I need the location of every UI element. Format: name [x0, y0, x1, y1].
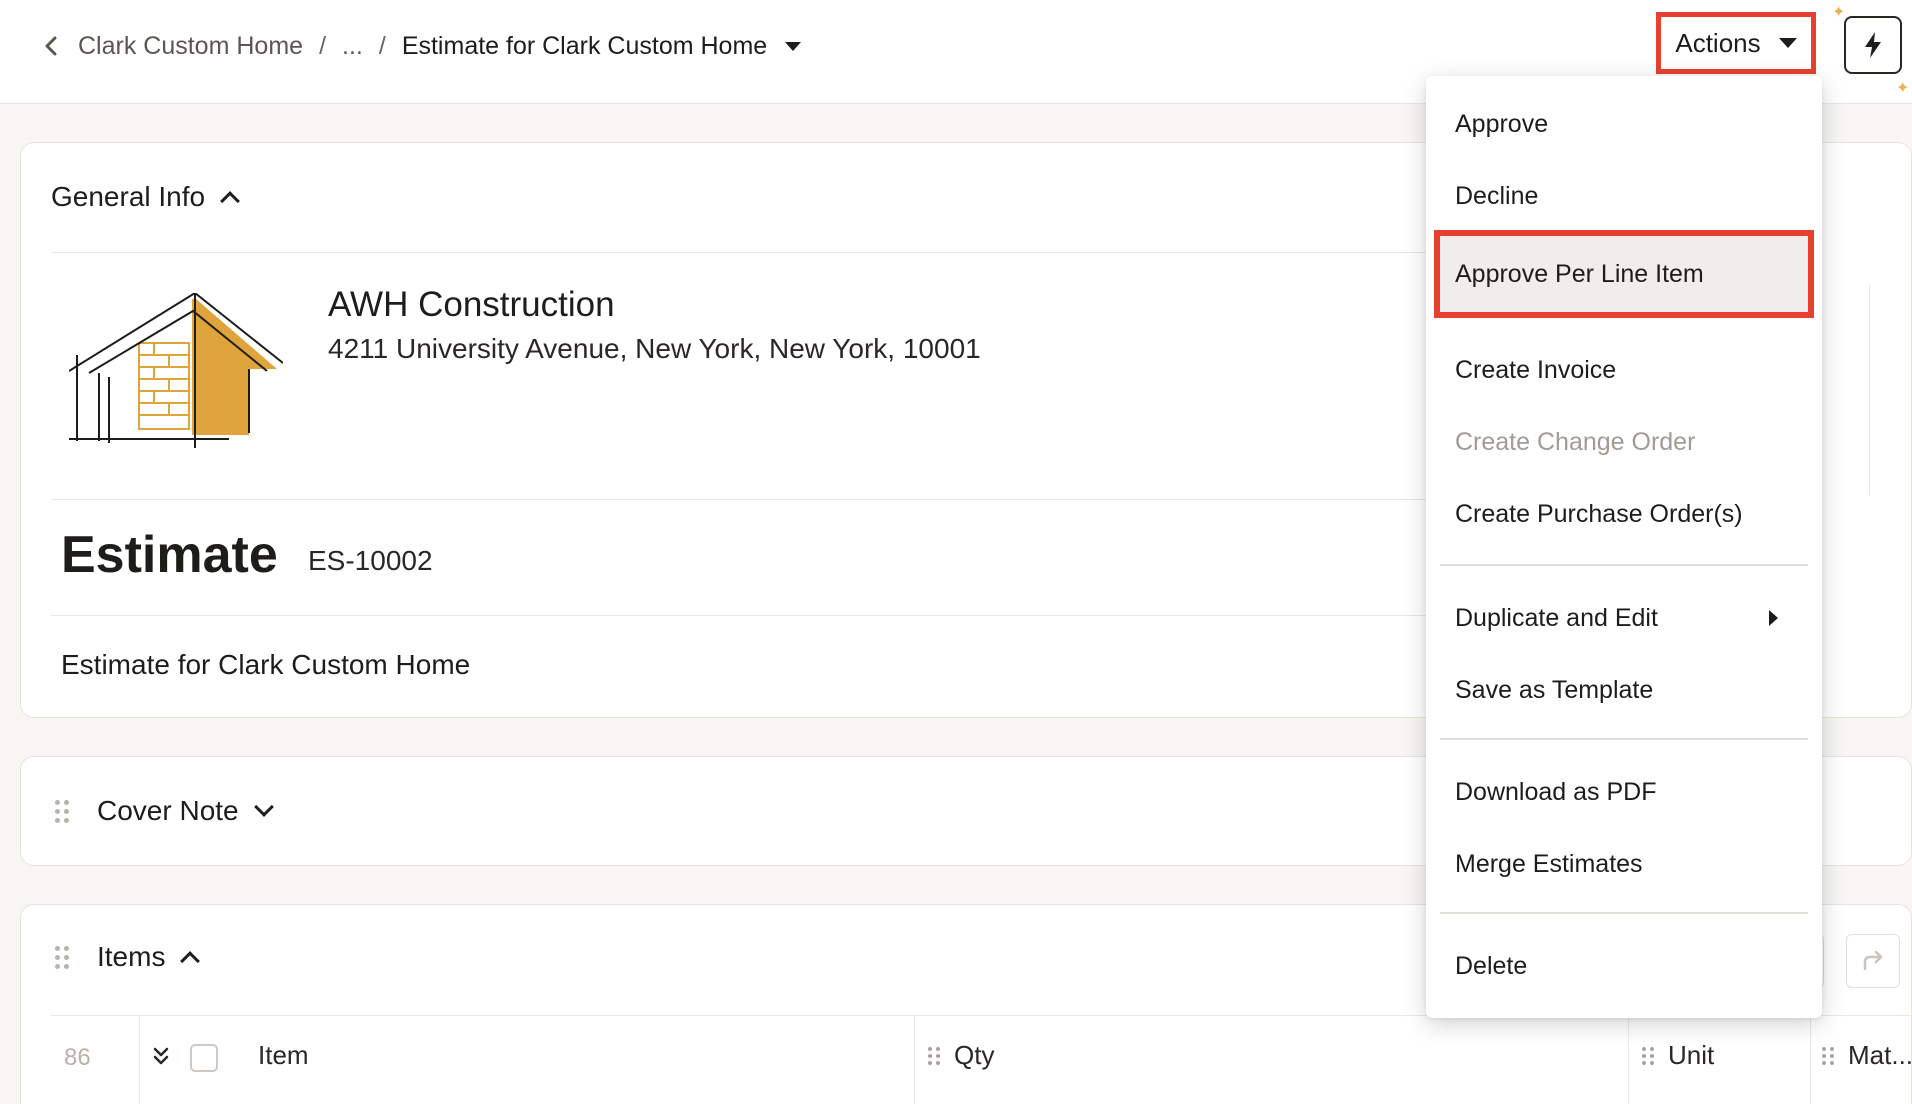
column-divider	[1628, 1016, 1629, 1104]
column-header-material[interactable]: Mat...	[1822, 1040, 1912, 1071]
actions-menu: Approve Decline Approve Per Line Item Creat…	[1426, 76, 1822, 1018]
drag-handle-icon[interactable]	[55, 945, 69, 969]
actions-button[interactable]: Actions	[1656, 12, 1816, 74]
menu-item-approve[interactable]: Approve	[1426, 88, 1822, 160]
sparkle-icon: ✦	[1896, 80, 1910, 97]
menu-item-label: Create Invoice	[1455, 355, 1617, 384]
general-info-header[interactable]: General Info	[51, 181, 241, 213]
divider	[51, 615, 1451, 616]
redo-button[interactable]	[1846, 934, 1900, 988]
bolt-icon	[1865, 32, 1881, 58]
column-divider	[1810, 1016, 1811, 1104]
breadcrumb-ellipsis[interactable]: ...	[342, 32, 363, 61]
column-header-item[interactable]: Item	[258, 1040, 309, 1071]
menu-item-delete[interactable]: Delete	[1426, 930, 1822, 1002]
company-address: 4211 University Avenue, New York, New Yo…	[328, 333, 981, 364]
menu-item-label: Merge Estimates	[1455, 849, 1643, 878]
menu-separator	[1440, 564, 1808, 566]
breadcrumb-separator: /	[378, 31, 386, 60]
breadcrumb-parent[interactable]: Clark Custom Home	[78, 32, 303, 61]
menu-separator	[1440, 912, 1808, 914]
company-logo	[69, 293, 283, 448]
document-title: Estimate for Clark Custom Home	[61, 649, 471, 680]
column-divider	[914, 1016, 915, 1104]
menu-item-label: Decline	[1455, 181, 1539, 210]
cover-note-header[interactable]: Cover Note	[55, 795, 274, 827]
menu-item-label: Approve Per Line Item	[1455, 259, 1704, 288]
breadcrumb: Clark Custom Home / ... / Estimate for C…	[44, 28, 802, 64]
menu-item-duplicate-and-edit[interactable]: Duplicate and Edit	[1426, 582, 1822, 654]
menu-item-label: Create Change Order	[1455, 427, 1696, 456]
drag-handle-icon[interactable]	[1822, 1046, 1834, 1065]
drag-handle-icon[interactable]	[55, 799, 69, 823]
menu-item-save-as-template[interactable]: Save as Template	[1426, 654, 1822, 726]
drag-handle-icon[interactable]	[928, 1046, 940, 1065]
menu-separator	[1440, 738, 1808, 740]
breadcrumb-separator: /	[319, 31, 327, 60]
chevron-up-icon	[220, 191, 241, 211]
cover-note-title: Cover Note	[97, 795, 239, 826]
items-header[interactable]: Items	[55, 941, 201, 973]
divider	[1869, 285, 1870, 495]
menu-item-approve-per-line-item[interactable]: Approve Per Line Item	[1434, 230, 1814, 318]
menu-item-download-as-pdf[interactable]: Download as PDF	[1426, 756, 1822, 828]
items-title: Items	[97, 941, 166, 972]
sparkle-icon: ✦	[1832, 4, 1846, 21]
menu-item-label: Save as Template	[1455, 675, 1654, 704]
drag-handle-icon[interactable]	[1642, 1046, 1654, 1065]
menu-item-label: Download as PDF	[1455, 777, 1657, 806]
column-header-qty[interactable]: Qty	[928, 1040, 994, 1071]
select-all-checkbox[interactable]	[190, 1044, 218, 1072]
quick-actions-button[interactable]	[1844, 16, 1902, 74]
caret-down-icon[interactable]	[785, 41, 802, 51]
general-info-title: General Info	[51, 181, 206, 212]
chevron-left-icon[interactable]	[44, 36, 62, 56]
chevron-up-icon	[180, 951, 201, 971]
column-header-unit[interactable]: Unit	[1642, 1040, 1714, 1071]
column-header-label: Qty	[954, 1040, 995, 1070]
column-header-label: Mat...	[1848, 1040, 1912, 1070]
menu-item-create-change-order: Create Change Order	[1426, 406, 1822, 478]
menu-item-label: Approve	[1455, 109, 1549, 138]
caret-down-icon	[1778, 38, 1797, 48]
menu-item-label: Create Purchase Order(s)	[1455, 499, 1743, 528]
column-header-label: Unit	[1668, 1040, 1715, 1070]
divider	[51, 252, 1451, 253]
redo-icon	[1863, 951, 1883, 971]
divider	[51, 499, 1451, 500]
breadcrumb-current: Estimate for Clark Custom Home	[401, 31, 768, 60]
chevron-down-icon	[253, 797, 274, 817]
row-count: 86	[64, 1044, 91, 1071]
column-header-label: Item	[258, 1040, 309, 1070]
column-divider	[139, 1016, 140, 1104]
company-name: AWH Construction	[328, 285, 615, 324]
menu-item-label: Delete	[1455, 951, 1528, 980]
expand-all-icon[interactable]	[152, 1046, 170, 1066]
actions-button-label: Actions	[1675, 27, 1761, 58]
document-number: ES-10002	[308, 545, 433, 576]
menu-item-merge-estimates[interactable]: Merge Estimates	[1426, 828, 1822, 900]
menu-item-create-purchase-orders[interactable]: Create Purchase Order(s)	[1426, 478, 1822, 550]
document-type: Estimate	[61, 526, 278, 584]
menu-item-create-invoice[interactable]: Create Invoice	[1426, 334, 1822, 406]
caret-right-icon	[1769, 610, 1778, 626]
menu-item-label: Duplicate and Edit	[1455, 603, 1658, 632]
menu-item-decline[interactable]: Decline	[1426, 160, 1822, 232]
